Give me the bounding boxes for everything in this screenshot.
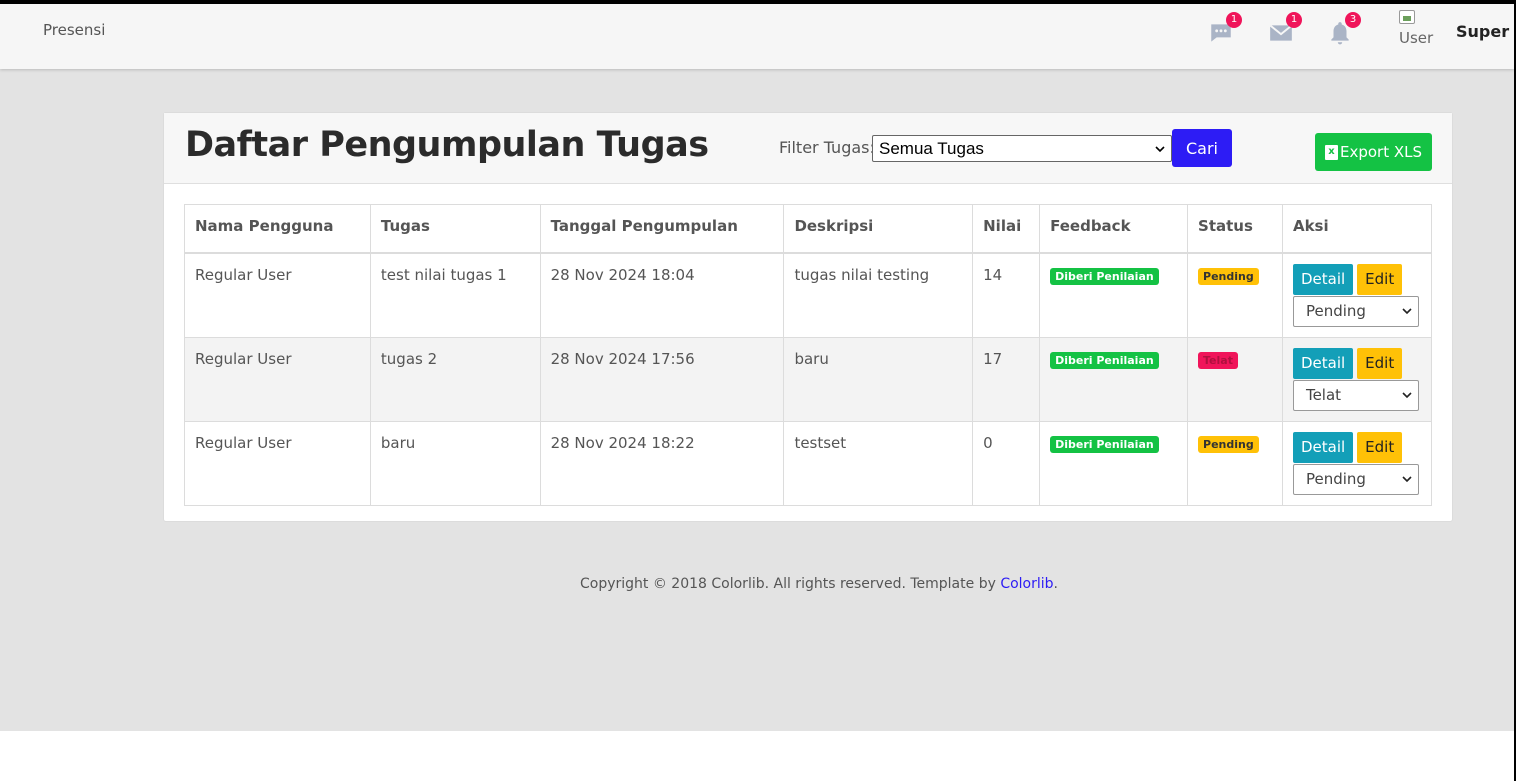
table-header-row: Nama Pengguna Tugas Tanggal Pengumpulan … [184, 204, 1433, 254]
chevron-down-icon [1402, 392, 1412, 399]
detail-button[interactable]: Detail [1292, 347, 1354, 379]
cell-status: Pending [1187, 252, 1283, 338]
cell-task: test nilai tugas 1 [369, 252, 541, 338]
footer-text: Copyright © 2018 Colorlib. All rights re… [580, 576, 1001, 592]
cell-feedback: Diberi Penilaian [1039, 336, 1189, 422]
table-row: Regular User tugas 2 28 Nov 2024 17:56 b… [184, 336, 1433, 422]
cell-actions: Detail Edit Pending [1281, 252, 1433, 338]
edit-button[interactable]: Edit [1357, 431, 1403, 463]
chevron-down-icon [1155, 145, 1165, 152]
top-navbar: Presensi 1 1 3 User Super A [0, 4, 1514, 69]
status-select[interactable]: Telat [1292, 379, 1419, 411]
status-badge: Telat [1198, 351, 1238, 369]
column-header-user: Nama Pengguna [184, 204, 371, 254]
export-xls-button[interactable]: x Export XLS [1315, 133, 1432, 171]
submissions-table: Nama Pengguna Tugas Tanggal Pengumpulan … [184, 204, 1433, 506]
task-filter-value: Semua Tugas [879, 138, 984, 158]
chevron-down-icon [1402, 308, 1412, 315]
cell-feedback: Diberi Penilaian [1039, 420, 1189, 506]
bell-icon[interactable]: 3 [1325, 12, 1361, 48]
cell-score: 14 [972, 252, 1041, 338]
filter-label: Filter Tugas: [779, 138, 875, 157]
column-header-feedback: Feedback [1039, 204, 1189, 254]
cell-description: baru [783, 336, 974, 422]
cell-description: tugas nilai testing [783, 252, 974, 338]
cell-score: 0 [972, 420, 1041, 506]
avatar[interactable]: User [1399, 10, 1439, 48]
cell-date: 28 Nov 2024 18:04 [539, 252, 785, 338]
mail-count-badge: 1 [1286, 12, 1302, 28]
chat-count-badge: 1 [1226, 12, 1242, 28]
brand-title[interactable]: Presensi [43, 21, 105, 39]
card-header: Daftar Pengumpulan Tugas Filter Tugas: S… [164, 113, 1452, 184]
edit-button[interactable]: Edit [1357, 263, 1403, 295]
cell-feedback: Diberi Penilaian [1039, 252, 1189, 338]
cell-score: 17 [972, 336, 1041, 422]
avatar-alt-text: User [1399, 29, 1434, 47]
cell-description: testset [783, 420, 974, 506]
export-xls-label: Export XLS [1339, 143, 1423, 161]
task-filter-select[interactable]: Semua Tugas [872, 135, 1172, 162]
search-button[interactable]: Cari [1172, 129, 1232, 167]
status-select-value: Pending [1305, 470, 1366, 488]
chevron-down-icon [1402, 476, 1412, 483]
cell-actions: Detail Edit Telat [1281, 336, 1433, 422]
cell-date: 28 Nov 2024 17:56 [539, 336, 785, 422]
cell-actions: Detail Edit Pending [1281, 420, 1433, 506]
column-header-status: Status [1187, 204, 1283, 254]
excel-icon: x [1324, 144, 1338, 160]
detail-button[interactable]: Detail [1292, 263, 1354, 295]
status-select-value: Pending [1305, 302, 1366, 320]
cell-status: Telat [1187, 336, 1283, 422]
mail-icon[interactable]: 1 [1266, 12, 1302, 48]
status-select[interactable]: Pending [1292, 295, 1419, 327]
cell-status: Pending [1187, 420, 1283, 506]
bottom-strip [0, 731, 1514, 781]
column-header-score: Nilai [972, 204, 1041, 254]
status-select[interactable]: Pending [1292, 463, 1419, 495]
page-title: Daftar Pengumpulan Tugas [185, 125, 709, 165]
username[interactable]: Super A [1456, 22, 1514, 41]
feedback-badge: Diberi Penilaian [1050, 267, 1159, 285]
broken-image-icon [1399, 10, 1415, 24]
column-header-date: Tanggal Pengumpulan [539, 204, 785, 254]
footer-link[interactable]: Colorlib [1000, 576, 1053, 592]
cell-user: Regular User [184, 336, 371, 422]
status-badge: Pending [1198, 435, 1259, 453]
cell-task: baru [369, 420, 541, 506]
chat-icon[interactable]: 1 [1206, 12, 1242, 48]
detail-button[interactable]: Detail [1292, 431, 1354, 463]
page: Presensi 1 1 3 User Super A Daftar Pengu… [0, 4, 1514, 781]
feedback-badge: Diberi Penilaian [1050, 435, 1159, 453]
cell-task: tugas 2 [369, 336, 541, 422]
status-badge: Pending [1198, 267, 1259, 285]
edit-button[interactable]: Edit [1357, 347, 1403, 379]
table-row: Regular User baru 28 Nov 2024 18:22 test… [184, 420, 1433, 506]
status-select-value: Telat [1305, 386, 1342, 404]
column-header-actions: Aksi [1281, 204, 1433, 254]
footer-suffix: . [1053, 576, 1058, 592]
cell-user: Regular User [184, 252, 371, 338]
table-row: Regular User test nilai tugas 1 28 Nov 2… [184, 252, 1433, 338]
feedback-badge: Diberi Penilaian [1050, 351, 1159, 369]
column-header-description: Deskripsi [783, 204, 974, 254]
notification-count-badge: 3 [1345, 12, 1361, 28]
cell-user: Regular User [184, 420, 371, 506]
submissions-card: Daftar Pengumpulan Tugas Filter Tugas: S… [163, 112, 1453, 522]
column-header-task: Tugas [369, 204, 541, 254]
cell-date: 28 Nov 2024 18:22 [539, 420, 785, 506]
